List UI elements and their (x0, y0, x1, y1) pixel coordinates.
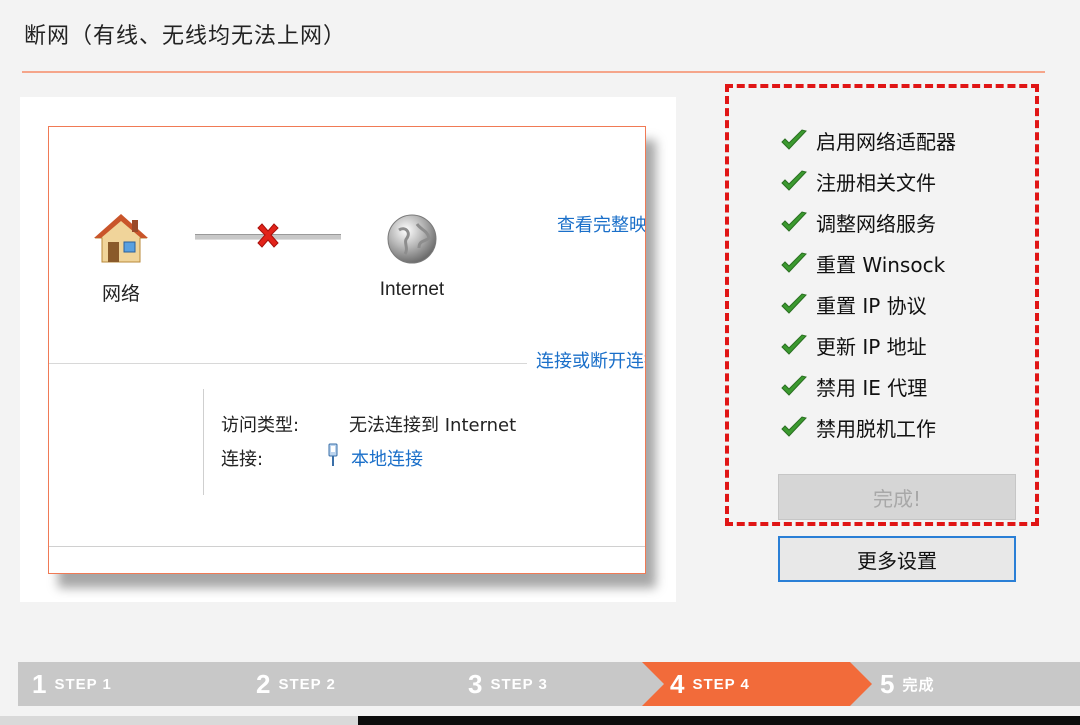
checklist-item: 重置 IP 协议 (780, 284, 956, 325)
network-node: 网络 (89, 211, 153, 306)
connection-label: 连接: (221, 449, 264, 470)
step-label: STEP 3 (490, 675, 548, 693)
step-number: 5 (880, 668, 895, 699)
checklist-item-label: 更新 IP 地址 (816, 335, 927, 359)
checklist-item-label: 启用网络适配器 (816, 130, 956, 154)
check-icon (781, 292, 807, 314)
step-number: 1 (32, 668, 47, 699)
check-icon (781, 128, 807, 150)
access-type-label: 访问类型: (221, 415, 300, 436)
internet-label: Internet (379, 279, 445, 300)
ethernet-plug-icon (326, 443, 340, 467)
checklist-item-label: 重置 Winsock (816, 253, 946, 277)
check-icon (781, 333, 807, 355)
connect-disconnect-link[interactable]: 连接或断开连接 (536, 347, 645, 373)
step-label: STEP 4 (692, 675, 750, 693)
more-settings-button[interactable]: 更多设置 (778, 536, 1016, 582)
step-1: 1 STEP 1 (18, 662, 264, 706)
checklist-item-label: 禁用脱机工作 (816, 417, 936, 441)
local-connection-link[interactable]: 本地连接 (351, 445, 423, 471)
step-number: 2 (256, 668, 271, 699)
step-label: STEP 1 (54, 675, 112, 693)
network-status-window: 网络 Internet 查看完整映射 连接 (48, 126, 646, 574)
repair-checklist: 启用网络适配器 注册相关文件 调整网络服务 重置 Winsock 重置 IP 协… (780, 120, 956, 448)
network-label: 网络 (101, 284, 140, 305)
checklist-item-label: 注册相关文件 (816, 171, 936, 195)
disconnected-x-icon (253, 221, 283, 251)
check-icon (781, 374, 807, 396)
bottom-strip-dark (358, 716, 1080, 725)
check-icon (781, 251, 807, 273)
checklist-item: 禁用脱机工作 (780, 407, 956, 448)
checklist-item: 启用网络适配器 (780, 120, 956, 161)
check-icon (781, 210, 807, 232)
checklist-item-label: 禁用 IE 代理 (816, 376, 928, 400)
checklist-item-label: 重置 IP 协议 (816, 294, 927, 318)
check-icon (781, 415, 807, 437)
house-icon (89, 211, 153, 267)
step-number: 3 (468, 668, 483, 699)
globe-icon (367, 211, 457, 267)
checklist-item: 更新 IP 地址 (780, 325, 956, 366)
step-label: 完成 (902, 676, 935, 694)
step-label: STEP 2 (278, 675, 336, 693)
window-bottom-strip (0, 716, 1080, 725)
checklist-item: 注册相关文件 (780, 161, 956, 202)
step-progress-bar: 1 STEP 1 2 STEP 2 3 STEP 3 4 STEP 4 5 完成 (18, 662, 1078, 706)
done-button[interactable]: 完成! (778, 474, 1016, 520)
internet-node: Internet (367, 211, 457, 301)
checklist-item: 重置 Winsock (780, 243, 956, 284)
checklist-item: 调整网络服务 (780, 202, 956, 243)
checklist-item: 禁用 IE 代理 (780, 366, 956, 407)
step-5: 5 完成 (850, 662, 1080, 706)
section-divider (49, 363, 527, 364)
page-title: 断网（有线、无线均无法上网） (24, 24, 347, 49)
access-type-value: 无法连接到 Internet (349, 415, 517, 436)
check-icon (781, 169, 807, 191)
view-full-map-link[interactable]: 查看完整映射 (557, 211, 645, 237)
vertical-divider (203, 389, 204, 495)
title-divider (22, 71, 1045, 73)
window-bottom-divider (49, 546, 645, 547)
step-number: 4 (670, 668, 685, 699)
checklist-item-label: 调整网络服务 (816, 212, 936, 236)
